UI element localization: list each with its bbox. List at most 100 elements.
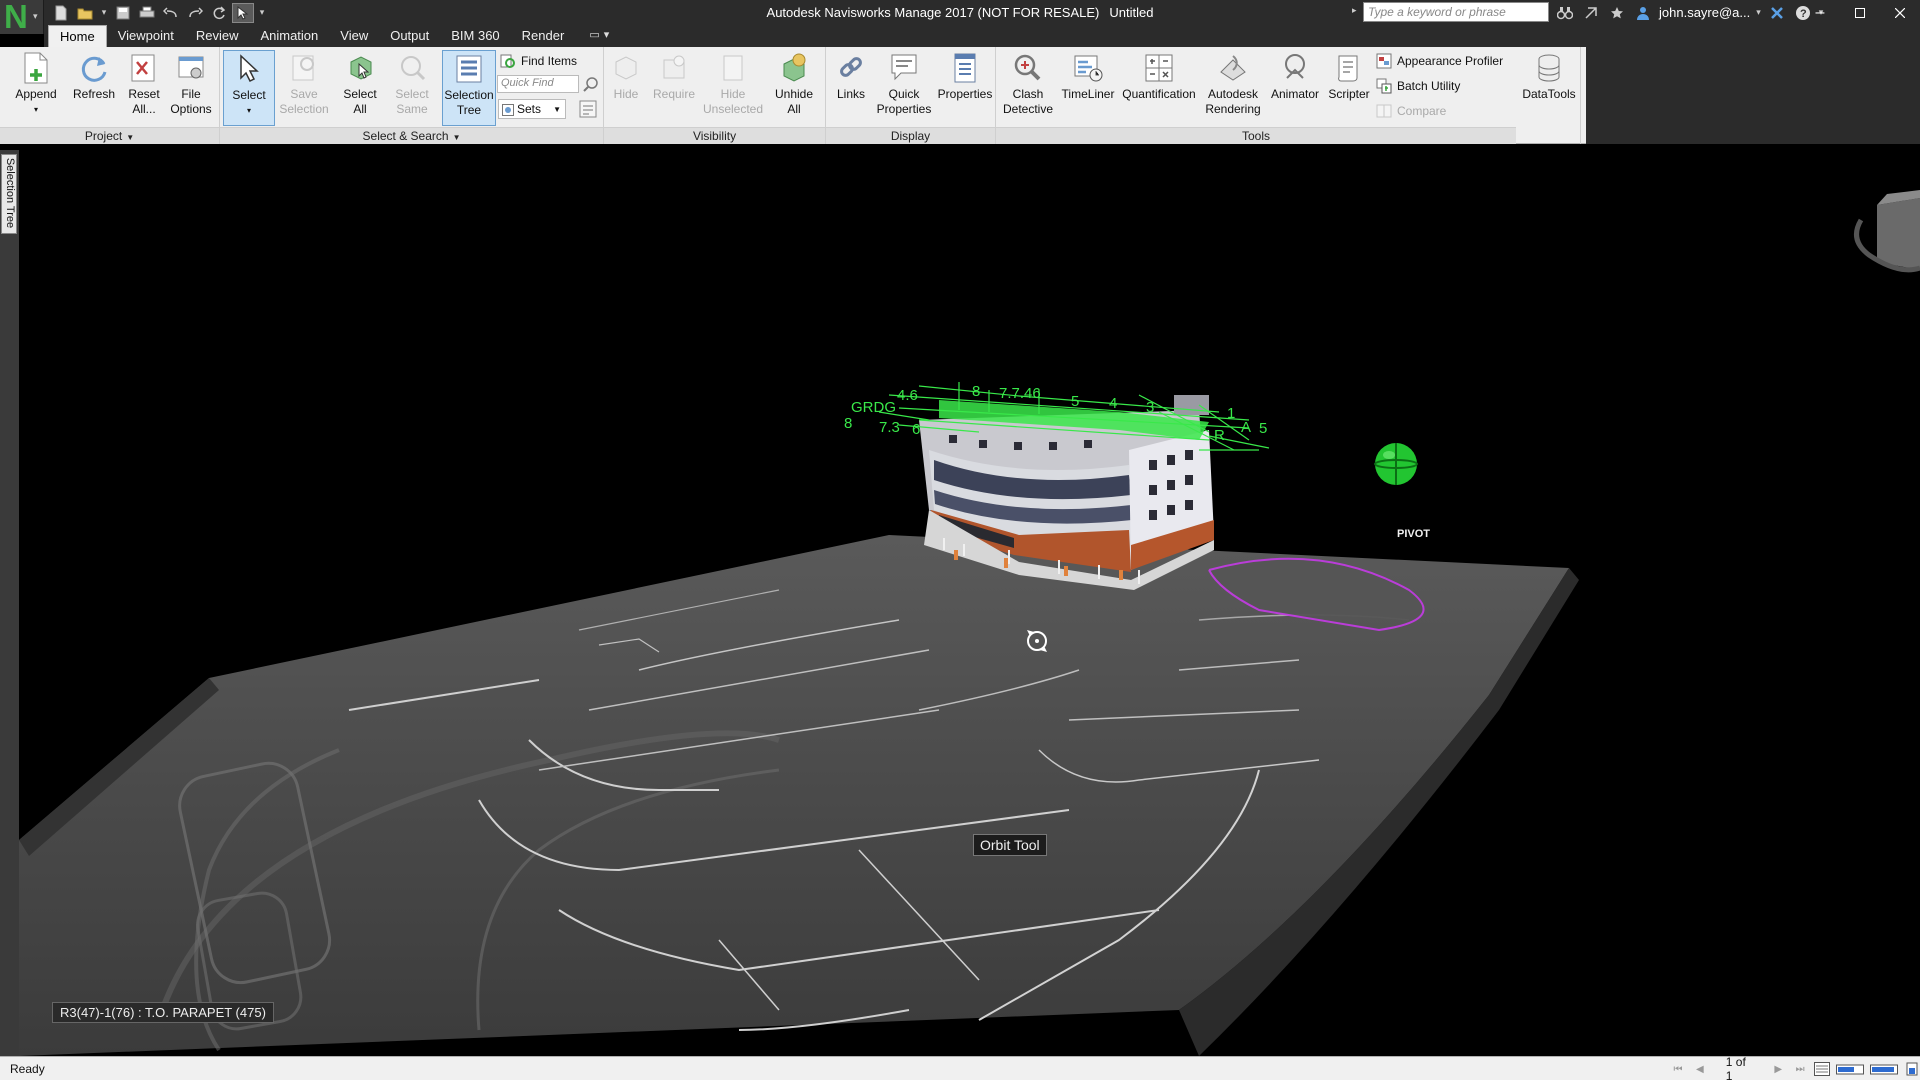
autodesk-rendering-button[interactable]: Autodesk Rendering: [1202, 50, 1264, 126]
tab-output[interactable]: Output: [379, 25, 440, 47]
tab-viewpoint[interactable]: Viewpoint: [107, 25, 185, 47]
refresh-button[interactable]: Refresh: [69, 50, 119, 126]
select-same-label-1: Select: [395, 87, 429, 101]
chevron-down-icon[interactable]: ▾: [256, 3, 268, 23]
undo-icon[interactable]: [160, 3, 182, 23]
tab-render[interactable]: Render: [511, 25, 576, 47]
require-label: Require: [652, 87, 696, 101]
tab-review[interactable]: Review: [185, 25, 250, 47]
appearance-profiler-button[interactable]: Appearance Profiler: [1376, 51, 1503, 71]
minimize-button[interactable]: –: [1800, 0, 1840, 25]
scene-canvas[interactable]: GRDG 4.6 8 7.7.46 5 4 3 1 8 7.3 6 5 A R: [19, 150, 1920, 1056]
selection-tree-button[interactable]: Selection Tree: [442, 50, 496, 126]
find-items-button[interactable]: Find Items: [500, 51, 577, 71]
selection-tree-side-tab[interactable]: Selection Tree: [1, 154, 17, 234]
new-icon[interactable]: [50, 3, 72, 23]
close-button[interactable]: [1880, 0, 1920, 25]
selection-tree-label-1: Selection: [444, 88, 494, 102]
ribbon-display-options[interactable]: ▭ ▾: [575, 25, 615, 47]
file-options-button[interactable]: File Options: [168, 50, 214, 126]
user-name[interactable]: john.sayre@a...: [1659, 5, 1750, 20]
panel-select-search-label[interactable]: Select & Search ▼: [220, 127, 603, 144]
links-icon: [833, 50, 869, 86]
reset-all-label-2: All...: [132, 102, 156, 116]
next-sheet-icon[interactable]: ▶: [1770, 1060, 1786, 1078]
select-button[interactable]: Select ▾: [223, 50, 275, 126]
batch-utility-button[interactable]: Batch Utility: [1376, 76, 1460, 96]
ribbon-tab-bar: Home Viewpoint Review Animation View Out…: [44, 25, 1920, 47]
tab-view[interactable]: View: [329, 25, 379, 47]
pivot-sphere[interactable]: [1374, 443, 1418, 485]
tab-animation[interactable]: Animation: [249, 25, 329, 47]
select-same-label-2: Same: [396, 102, 428, 116]
panel-display: Links Quick Properties Properties Displa…: [826, 47, 996, 144]
open-icon[interactable]: [74, 3, 96, 23]
quick-properties-label-1: Quick: [888, 87, 920, 101]
append-button[interactable]: Append ▾: [11, 50, 61, 126]
scripter-button[interactable]: Scripter: [1324, 50, 1374, 126]
save-selection-button[interactable]: Save Selection: [278, 50, 330, 126]
quantification-icon: [1141, 50, 1177, 86]
scripter-icon: [1331, 50, 1367, 86]
chevron-down-icon: ▾: [603, 29, 610, 41]
animator-button[interactable]: Animator: [1266, 50, 1324, 126]
refresh-icon[interactable]: [208, 3, 230, 23]
manage-sets-icon[interactable]: [577, 99, 599, 119]
previous-sheet-icon[interactable]: ◀: [1692, 1060, 1708, 1078]
quantification-button[interactable]: Quantification: [1118, 50, 1200, 126]
select-same-button[interactable]: Select Same: [390, 50, 434, 126]
unhide-all-button[interactable]: Unhide All: [768, 50, 820, 126]
pivot-label: PIVOT: [1397, 528, 1431, 540]
select-cursor-icon[interactable]: [232, 2, 254, 23]
3d-viewport[interactable]: GRDG 4.6 8 7.7.46 5 4 3 1 8 7.3 6 5 A R: [19, 150, 1920, 1056]
reset-all-button[interactable]: Reset All...: [122, 50, 166, 126]
compare-button[interactable]: Compare: [1376, 101, 1446, 121]
select-all-button[interactable]: Select All: [334, 50, 386, 126]
save-icon[interactable]: [112, 3, 134, 23]
viewcube-icon[interactable]: [1854, 190, 1920, 273]
links-label: Links: [836, 87, 865, 101]
hide-button[interactable]: Hide: [606, 50, 646, 126]
quick-find-input[interactable]: Quick Find: [497, 75, 579, 93]
memory-usage-icon: [1904, 1060, 1920, 1078]
quick-properties-button[interactable]: Quick Properties: [872, 50, 936, 126]
properties-icon: [947, 50, 983, 86]
redo-icon[interactable]: [184, 3, 206, 23]
hide-unselected-button[interactable]: Hide Unselected: [703, 50, 763, 126]
sets-dropdown[interactable]: Sets ▼: [498, 99, 566, 119]
grid-label: R: [1214, 427, 1225, 444]
timeliner-button[interactable]: TimeLiner: [1056, 50, 1120, 126]
clash-detective-icon: [1010, 50, 1046, 86]
print-icon[interactable]: [136, 3, 158, 23]
favorites-star-icon[interactable]: [1607, 3, 1627, 23]
application-menu-button[interactable]: N ▾: [0, 0, 44, 35]
sheet-browser-icon[interactable]: [1814, 1060, 1831, 1078]
panel-project-label[interactable]: Project ▼: [0, 127, 219, 144]
first-sheet-icon[interactable]: ⏮: [1670, 1060, 1686, 1078]
subscription-icon[interactable]: [1581, 3, 1601, 23]
chevron-down-icon[interactable]: ▾: [1756, 7, 1761, 18]
tab-home[interactable]: Home: [48, 25, 107, 47]
require-button[interactable]: Require: [646, 50, 702, 126]
app-window: N ▾ ▾ ▾ Autodesk Navisworks Manage 2017 …: [0, 0, 1920, 1080]
sets-icon: [502, 104, 514, 119]
dock-side-bar: Selection Tree: [0, 150, 19, 1056]
disk-progress-icon: [1870, 1060, 1899, 1078]
chevron-down-icon[interactable]: ▾: [98, 3, 110, 23]
animator-label: Animator: [1270, 87, 1320, 101]
help-search-input[interactable]: Type a keyword or phrase: [1363, 2, 1549, 22]
save-selection-label-1: Save: [290, 87, 318, 101]
exchange-apps-icon[interactable]: [1767, 3, 1787, 23]
pencil-progress-icon: [1836, 1060, 1865, 1078]
clash-detective-button[interactable]: Clash Detective: [998, 50, 1058, 126]
last-sheet-icon[interactable]: ⏭: [1792, 1060, 1808, 1078]
panel-title: Tools: [1241, 129, 1270, 143]
user-icon[interactable]: [1633, 3, 1653, 23]
links-button[interactable]: Links: [830, 50, 872, 126]
tab-bim-360[interactable]: BIM 360: [440, 25, 510, 47]
binoculars-icon[interactable]: [1555, 3, 1575, 23]
datatools-button[interactable]: DataTools: [1519, 50, 1579, 126]
quick-find-search-icon[interactable]: [582, 75, 600, 93]
maximize-button[interactable]: [1840, 0, 1880, 25]
properties-button[interactable]: Properties: [936, 50, 994, 126]
